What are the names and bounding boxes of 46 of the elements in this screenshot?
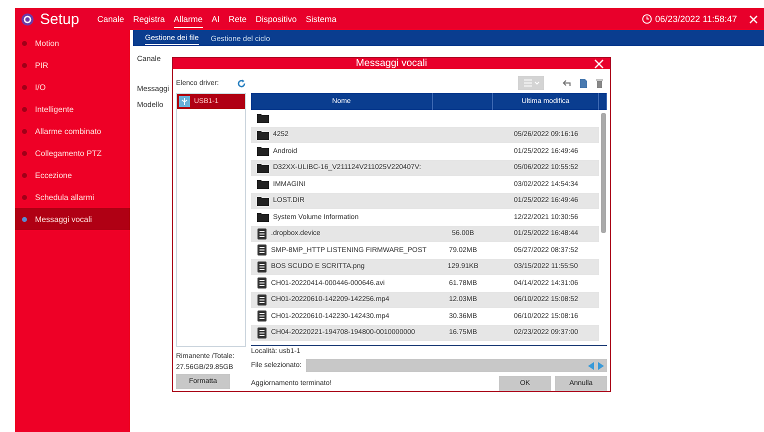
close-icon[interactable] bbox=[594, 59, 604, 69]
folder-icon bbox=[257, 146, 269, 156]
folder-icon bbox=[257, 179, 269, 190]
close-icon[interactable] bbox=[749, 14, 758, 24]
sidebar-item[interactable]: Messaggi vocali bbox=[15, 208, 130, 230]
folder-icon bbox=[257, 196, 269, 206]
dialog-title: Messaggi vocali bbox=[356, 58, 428, 69]
sidebar-item[interactable]: Allarme combinato bbox=[15, 120, 130, 142]
back-arrow-icon[interactable] bbox=[562, 79, 571, 87]
selected-file-field[interactable] bbox=[306, 359, 607, 372]
scrollbar-thumb[interactable] bbox=[601, 113, 606, 233]
sidebar-item[interactable]: PIR bbox=[15, 54, 130, 76]
usb-icon bbox=[179, 96, 190, 107]
clock-icon bbox=[642, 14, 652, 24]
nav-tab[interactable]: Rete bbox=[228, 10, 247, 28]
sidebar-item[interactable]: Collegamento PTZ bbox=[15, 142, 130, 164]
right-arrow-icon[interactable] bbox=[598, 362, 604, 370]
document-icon bbox=[257, 294, 267, 306]
left-arrow-icon[interactable] bbox=[588, 362, 594, 370]
document-icon bbox=[257, 277, 267, 290]
document-icon[interactable] bbox=[579, 78, 588, 88]
document-icon bbox=[257, 228, 267, 240]
nav-tab[interactable]: Canale bbox=[97, 10, 124, 28]
nav-tab[interactable]: Dispositivo bbox=[256, 10, 297, 28]
app-title: Setup bbox=[40, 10, 80, 28]
refresh-icon[interactable] bbox=[237, 78, 246, 88]
nav-tab[interactable]: Sistema bbox=[306, 10, 336, 28]
sidebar-item[interactable]: Schedula allarmi bbox=[15, 186, 130, 208]
document-icon bbox=[257, 260, 267, 273]
date-time: 06/23/2022 11:58:47 bbox=[655, 14, 737, 24]
sidebar-item[interactable]: I/O bbox=[15, 76, 130, 98]
folder-icon bbox=[257, 113, 269, 124]
folder-icon bbox=[257, 212, 269, 222]
nav-tab[interactable]: Registra bbox=[133, 10, 165, 28]
nav-tab[interactable]: Allarme bbox=[174, 10, 203, 28]
document-icon bbox=[257, 326, 267, 339]
gear-icon bbox=[21, 12, 34, 26]
folder-icon bbox=[257, 130, 269, 140]
folder-icon bbox=[257, 162, 269, 173]
nav-tab[interactable]: AI bbox=[212, 10, 220, 28]
document-icon bbox=[257, 310, 267, 322]
trash-icon[interactable] bbox=[596, 78, 603, 88]
sidebar-item[interactable]: Eccezione bbox=[15, 164, 130, 186]
sidebar-item[interactable]: Intelligente bbox=[15, 98, 130, 120]
sidebar-item[interactable]: Motion bbox=[15, 32, 130, 54]
document-icon bbox=[257, 244, 267, 256]
